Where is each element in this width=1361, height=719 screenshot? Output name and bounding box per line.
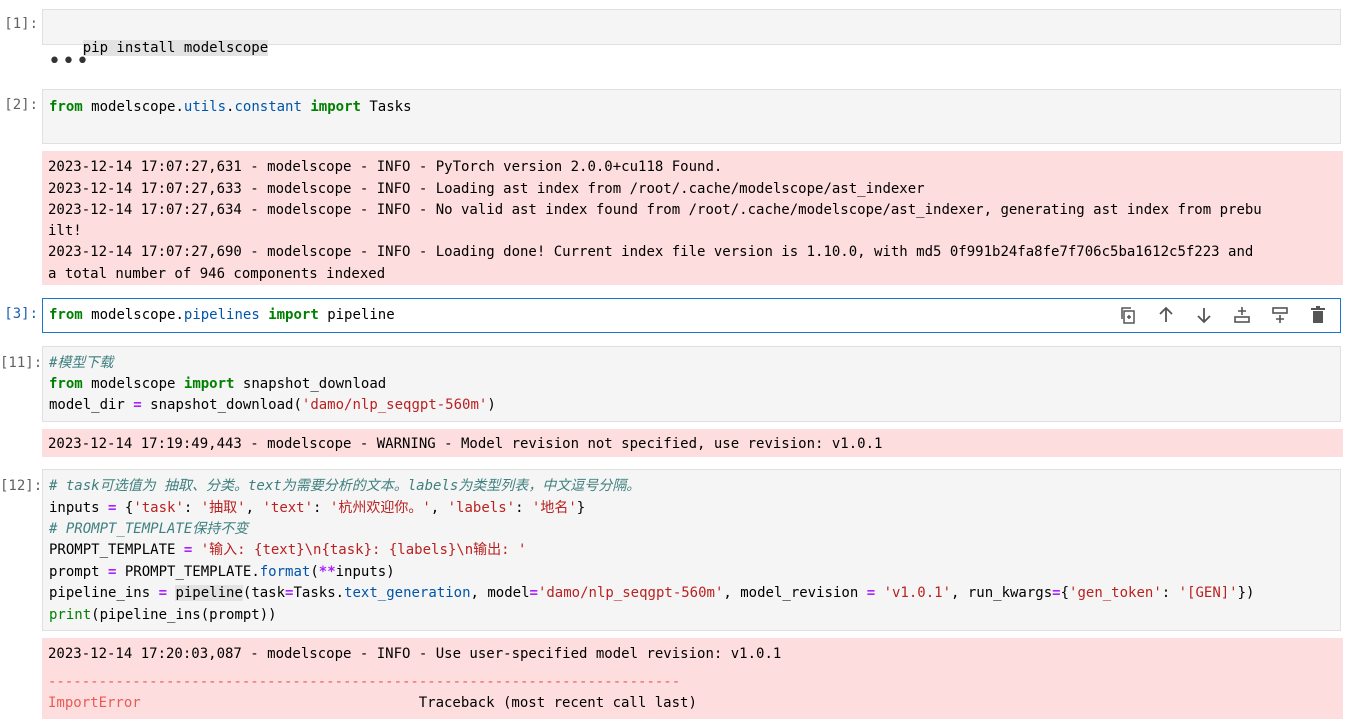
code-line: inputs = {'task': '抽取', 'text': '杭州欢迎你。'… [49, 500, 586, 516]
cell-prompt: [12]: [0, 478, 43, 494]
stderr-output-12: 2023-12-14 17:20:03,087 - modelscope - I… [42, 638, 1343, 719]
code-line: print(pipeline_ins(prompt)) [49, 607, 277, 623]
log-line: 2023-12-14 17:07:27,634 - modelscope - I… [48, 202, 1262, 218]
cell-toolbar [1116, 303, 1330, 327]
move-up-icon[interactable] [1154, 303, 1178, 327]
stderr-output-2: 2023-12-14 17:07:27,631 - modelscope - I… [42, 151, 1343, 285]
cell-prompt: [2]: [4, 97, 38, 113]
code-line: # task可选值为 抽取、分类。text为需要分析的文本。labels为类型列… [49, 478, 641, 494]
code-line: model_dir = snapshot_download('damo/nlp_… [49, 397, 496, 413]
code-cell-1[interactable]: pip install modelscope [42, 9, 1341, 56]
move-down-icon[interactable] [1192, 303, 1216, 327]
code-line: pipeline_ins = pipeline(task=Tasks.text_… [49, 585, 1255, 601]
duplicate-icon[interactable] [1116, 303, 1140, 327]
code-line: from modelscope.utils.constant import Ta… [49, 99, 412, 115]
stderr-output-11: 2023-12-14 17:19:49,443 - modelscope - W… [42, 429, 1343, 457]
code-cell-11[interactable]: #模型下载 from modelscope import snapshot_do… [42, 346, 1341, 422]
code-line: from modelscope.pipelines import pipelin… [49, 307, 395, 323]
code-cell-3[interactable]: from modelscope.pipelines import pipelin… [42, 298, 1341, 333]
log-line: ilt! [48, 223, 82, 239]
log-line: a total number of 946 components indexed [48, 266, 386, 282]
code-line: from modelscope import snapshot_download [49, 376, 387, 392]
insert-below-icon[interactable] [1230, 303, 1254, 327]
log-line: 2023-12-14 17:19:49,443 - modelscope - W… [48, 436, 883, 452]
log-line: 2023-12-14 17:07:27,690 - modelscope - I… [48, 244, 1254, 260]
cell-prompt: [1]: [4, 16, 38, 32]
insert-above-icon[interactable] [1268, 303, 1292, 327]
code-line: #模型下载 [49, 355, 114, 371]
log-line: 2023-12-14 17:07:27,633 - modelscope - I… [48, 181, 925, 197]
cell-prompt: [3]: [4, 306, 38, 322]
traceback-header: ImportError Traceback (most recent call l… [48, 693, 697, 714]
code-text: pip install modelscope [82, 40, 269, 56]
traceback-separator: ----------------------------------------… [48, 674, 681, 690]
collapsed-output-indicator[interactable]: ••• [48, 51, 90, 73]
delete-icon[interactable] [1306, 303, 1330, 327]
log-line: 2023-12-14 17:20:03,087 - modelscope - I… [48, 646, 782, 662]
log-line: 2023-12-14 17:07:27,631 - modelscope - I… [48, 159, 723, 175]
cell-prompt: [11]: [0, 355, 43, 371]
code-cell-2[interactable]: from modelscope.utils.constant import Ta… [42, 89, 1341, 144]
code-line: PROMPT_TEMPLATE = '输入: {text}\n{task}: {… [49, 542, 527, 558]
code-line: prompt = PROMPT_TEMPLATE.format(**inputs… [49, 564, 395, 580]
error-name: ImportError [48, 695, 141, 711]
traceback-label: Traceback (most recent call last) [418, 695, 697, 711]
code-line: # PROMPT_TEMPLATE保持不变 [49, 521, 249, 537]
code-cell-12[interactable]: # task可选值为 抽取、分类。text为需要分析的文本。labels为类型列… [42, 469, 1341, 631]
